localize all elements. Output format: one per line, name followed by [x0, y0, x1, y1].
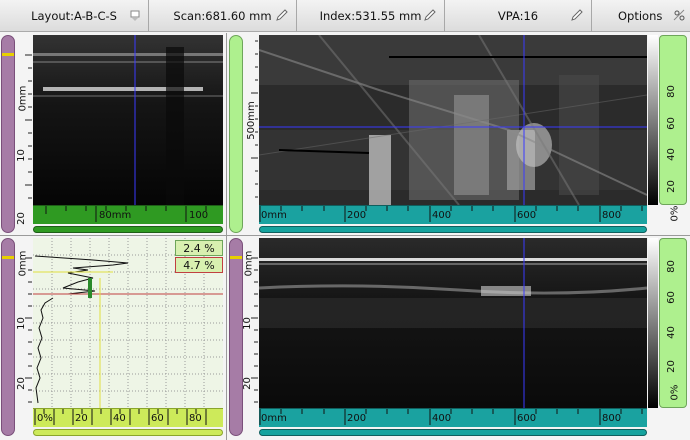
- bscan-depth-ticks: [251, 257, 258, 403]
- palette-label-80: 80: [665, 85, 677, 98]
- vpa-field[interactable]: VPA:16: [445, 0, 592, 32]
- sscan-image: [33, 35, 223, 205]
- cscan-index-ruler[interactable]: [229, 35, 243, 233]
- amp-label-0: 0%: [37, 413, 53, 424]
- scan-label-0: 0mm: [261, 210, 287, 221]
- bscan-view[interactable]: [259, 238, 647, 408]
- depth-ticks: [25, 54, 32, 199]
- gate-b-readout: 4.7 %: [175, 257, 223, 273]
- options-label: Options: [618, 9, 663, 23]
- index-position-field[interactable]: Index:531.55 mm: [297, 0, 445, 32]
- bscan-depth-scale: 0mm 10 20: [242, 238, 258, 408]
- index-label: Index:531.55 mm: [319, 9, 422, 23]
- vertical-divider[interactable]: [226, 33, 227, 440]
- edit-pencil-icon: [424, 9, 436, 21]
- edit-pencil-icon: [276, 9, 288, 21]
- layout-label: Layout:A-B-C-S: [31, 9, 117, 23]
- toolbar: Layout:A-B-C-S Scan:681.60 mm Index:531.…: [0, 0, 690, 32]
- horizontal-divider[interactable]: [0, 235, 690, 236]
- scan-label-400: 400: [432, 210, 452, 221]
- index-label-100: 100: [189, 210, 209, 221]
- bpalette-label-40: 40: [665, 326, 677, 339]
- bscan-depth-ruler[interactable]: [229, 238, 243, 436]
- sscan-view[interactable]: [33, 35, 223, 205]
- bscan-scan-scale: 0mm 200 400 600 800: [259, 408, 647, 427]
- scan-ticks-c: [259, 206, 643, 222]
- ascan-depth-scale: 0mm 10 20: [16, 238, 32, 408]
- ascan-depth-ruler[interactable]: [1, 238, 15, 436]
- sscan-depth-scale: 0mm 10 20: [16, 35, 32, 225]
- amp-label-40: 40: [113, 413, 126, 424]
- cscan-palette-scale: 80 60 40 20 0%: [659, 35, 687, 221]
- cscan-scan-scale: 0mm 200 400 600 800: [259, 205, 647, 224]
- palette-label-0: 0%: [669, 205, 681, 222]
- ascan-horizontal-scrollbar[interactable]: [33, 429, 223, 436]
- sscan-index-scale: 80mm 100: [33, 205, 223, 224]
- scan-label-600: 600: [517, 210, 537, 221]
- cscan-color-palette: [648, 35, 658, 205]
- options-button[interactable]: Options: [592, 0, 690, 32]
- bscan-label-600: 600: [517, 413, 537, 424]
- scan-ticks-b: [259, 409, 643, 425]
- scan-label-800: 800: [602, 210, 622, 221]
- gate-marker-a: [2, 256, 14, 259]
- bscan-image: [259, 238, 647, 408]
- cscan-horizontal-scrollbar[interactable]: [259, 226, 647, 233]
- bscan-label-200: 200: [347, 413, 367, 424]
- amp-label-60: 60: [151, 413, 164, 424]
- edit-pencil-icon: [571, 9, 583, 21]
- bscan-palette-scale: 80 60 40 20 0%: [659, 238, 687, 408]
- ascan-amplitude-scale: 0% 20 40 60 80: [33, 408, 223, 427]
- bscan-label-400: 400: [432, 413, 452, 424]
- ascan-view[interactable]: 2.4 % 4.7 %: [33, 238, 223, 408]
- index-label-80: 80mm: [99, 210, 132, 221]
- scan-position-field[interactable]: Scan:681.60 mm: [149, 0, 297, 32]
- bpalette-label-60: 60: [665, 291, 677, 304]
- options-icon: [673, 9, 685, 21]
- cscan-index-scale: 500mm: [244, 35, 258, 205]
- bscan-label-800: 800: [602, 413, 622, 424]
- palette-label-40: 40: [665, 148, 677, 161]
- sscan-horizontal-scrollbar[interactable]: [33, 226, 223, 233]
- layout-selector[interactable]: Layout:A-B-C-S: [0, 0, 149, 32]
- gate-a-readout: 2.4 %: [175, 240, 223, 256]
- bpalette-label-0: 0%: [669, 384, 681, 401]
- amp-label-20: 20: [75, 413, 88, 424]
- ascan-depth-ticks: [25, 257, 32, 403]
- index-ticks-c: [251, 40, 258, 198]
- dropdown-icon: [130, 10, 140, 21]
- amp-label-80: 80: [189, 413, 202, 424]
- bpalette-label-20: 20: [665, 360, 677, 373]
- ut-analysis-window: Layout:A-B-C-S Scan:681.60 mm Index:531.…: [0, 0, 690, 440]
- scan-label: Scan:681.60 mm: [173, 9, 272, 23]
- palette-label-20: 20: [665, 180, 677, 193]
- bpalette-label-80: 80: [665, 260, 677, 273]
- sscan-depth-ruler[interactable]: [1, 35, 15, 233]
- cscan-view[interactable]: [259, 35, 647, 205]
- gate-marker: [2, 53, 14, 56]
- bscan-label-0: 0mm: [261, 413, 287, 424]
- vpa-label: VPA:16: [497, 9, 539, 23]
- scan-label-200: 200: [347, 210, 367, 221]
- palette-label-60: 60: [665, 117, 677, 130]
- bscan-horizontal-scrollbar[interactable]: [259, 429, 647, 436]
- depth-label-20: 20: [15, 212, 27, 225]
- gate-marker-b: [230, 256, 242, 259]
- bscan-color-palette: [648, 238, 658, 408]
- cscan-image: [259, 35, 647, 205]
